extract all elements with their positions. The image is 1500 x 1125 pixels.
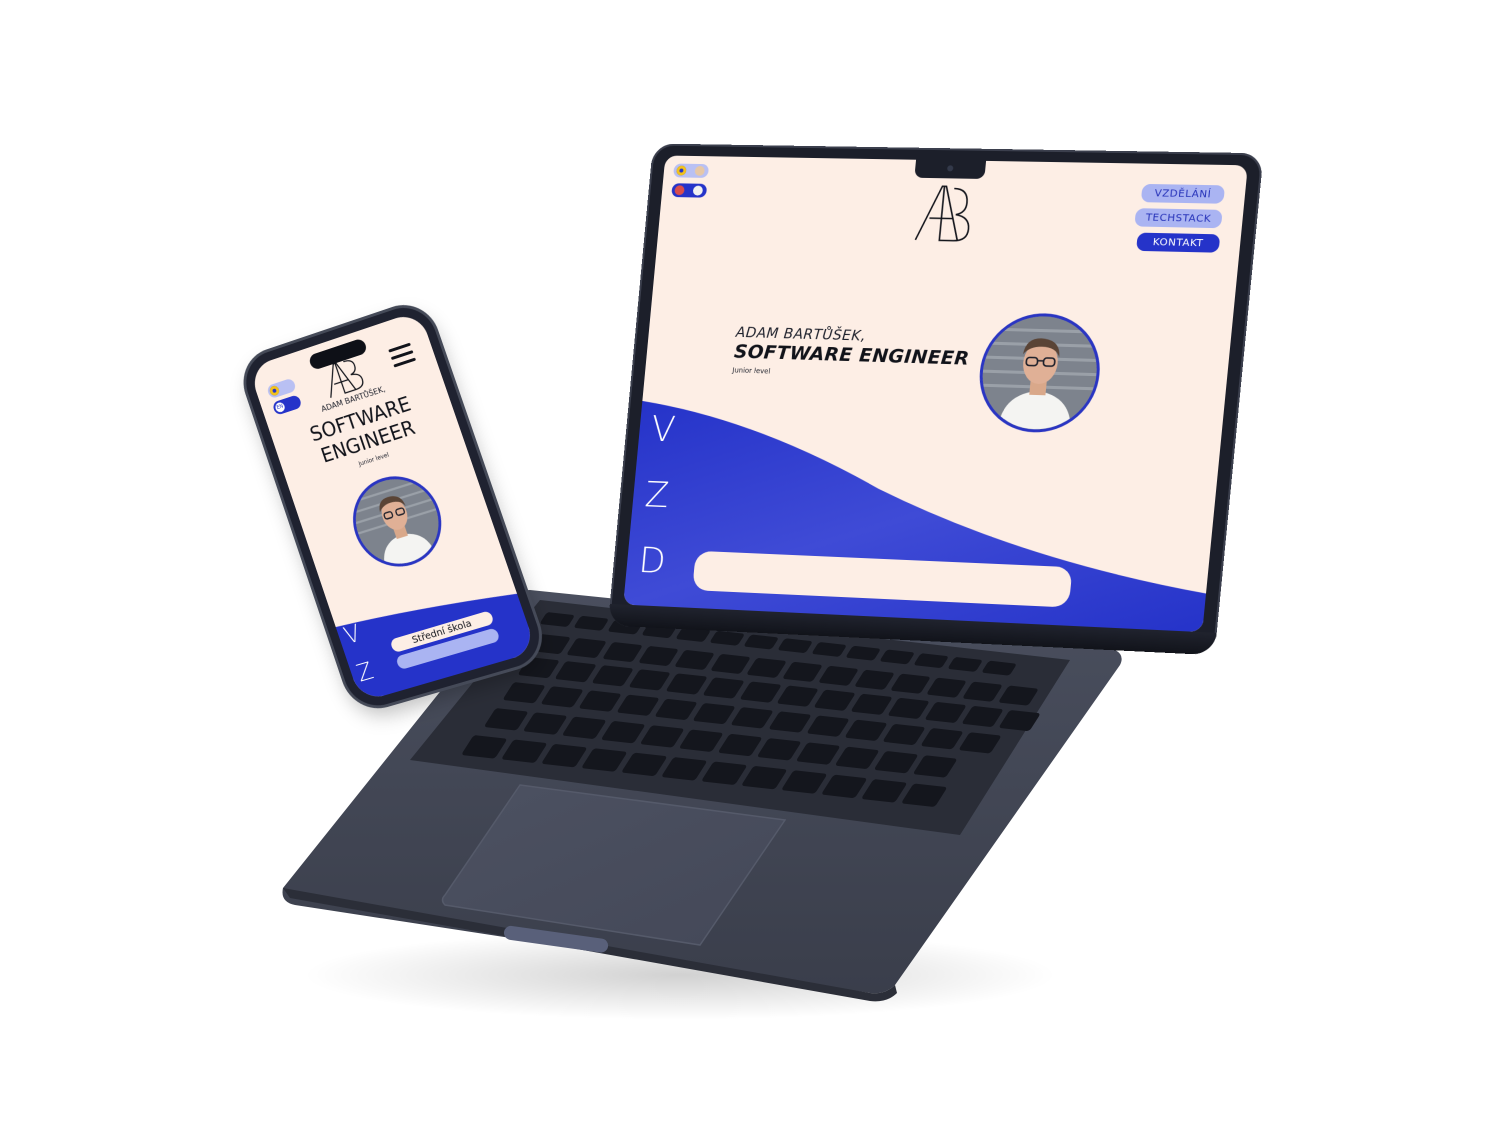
phone-mockup: EN ADAM BARTŮŠEK, SOFTWARE ENGINEER Juni… [237,299,549,713]
phone-screen: EN ADAM BARTŮŠEK, SOFTWARE ENGINEER Juni… [248,310,537,703]
phone-stage: EN ADAM BARTŮŠEK, SOFTWARE ENGINEER Juni… [0,0,1500,1125]
